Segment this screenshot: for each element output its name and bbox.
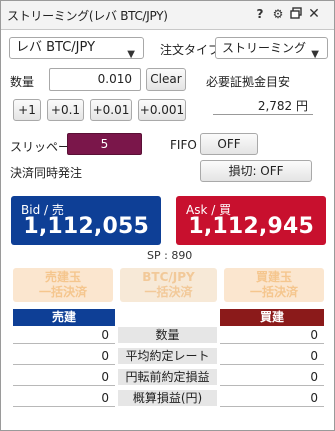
sell-estimated-pl: 0 xyxy=(13,390,115,407)
buy-position-header: 買建 xyxy=(220,309,324,326)
pair-batch-line1: BTC/JPY xyxy=(142,270,195,284)
sell-position-header: 売建 xyxy=(13,309,115,326)
buy-estimated-pl: 0 xyxy=(220,390,324,407)
gear-icon[interactable]: ⚙ xyxy=(271,7,285,21)
row-label-pre-conversion-pl: 円転前約定損益 xyxy=(118,369,217,386)
chevron-down-icon: ▼ xyxy=(311,49,319,60)
close-icon[interactable]: ✕ xyxy=(307,7,321,21)
sell-batch-line1: 売建玉 xyxy=(44,270,81,284)
sell-pre-conversion-pl: 0 xyxy=(13,369,115,386)
window-title: ストリーミング(レバ BTC/JPY) xyxy=(7,9,168,23)
buy-batch-line1: 買建玉 xyxy=(255,270,292,284)
sell-batch-line2: 一括決済 xyxy=(38,285,87,299)
streaming-order-window: ストリーミング(レバ BTC/JPY) ? ⚙ ✕ レバ BTC/JPY ▼ 注… xyxy=(0,0,335,431)
stoploss-toggle-button[interactable]: 損切: OFF xyxy=(200,160,312,182)
quantity-input[interactable]: 0.010 xyxy=(49,68,141,91)
increment-1-button[interactable]: +1 xyxy=(13,99,41,121)
sell-average-rate: 0 xyxy=(13,348,115,365)
chevron-down-icon: ▼ xyxy=(127,49,135,60)
ask-buy-button[interactable]: Ask / 買 1,112,945 xyxy=(176,196,326,245)
ask-price: 1,112,945 xyxy=(188,214,314,239)
pair-batch-line2: 一括決済 xyxy=(144,285,193,299)
increment-0.01-button[interactable]: +0.01 xyxy=(90,99,132,121)
buy-batch-line2: 一括決済 xyxy=(249,285,298,299)
simultaneous-order-label: 決済同時発注 xyxy=(10,166,83,180)
symbol-value: レバ BTC/JPY xyxy=(16,40,96,55)
help-icon[interactable]: ? xyxy=(253,7,267,21)
increment-0.1-button[interactable]: +0.1 xyxy=(47,99,84,121)
clear-button[interactable]: Clear xyxy=(146,68,186,91)
bid-price: 1,112,055 xyxy=(23,214,149,239)
bid-sell-button[interactable]: Bid / 売 1,112,055 xyxy=(11,196,161,245)
margin-underline xyxy=(213,114,313,115)
fifo-label: FIFO xyxy=(170,138,197,152)
buy-batch-settle-button[interactable]: 買建玉 一括決済 xyxy=(224,268,324,302)
pair-batch-settle-button[interactable]: BTC/JPY 一括決済 xyxy=(120,268,217,302)
slippage-input[interactable]: 5 xyxy=(67,133,142,155)
restore-icon[interactable] xyxy=(289,7,303,21)
order-type-value: ストリーミング xyxy=(222,41,307,55)
symbol-select[interactable]: レバ BTC/JPY ▼ xyxy=(9,37,144,60)
title-bar: ストリーミング(レバ BTC/JPY) ? ⚙ ✕ xyxy=(1,1,334,30)
buy-average-rate: 0 xyxy=(220,348,324,365)
sell-quantity: 0 xyxy=(13,327,115,344)
margin-label: 必要証拠金目安 xyxy=(206,75,291,89)
sell-batch-settle-button[interactable]: 売建玉 一括決済 xyxy=(13,268,113,302)
row-label-estimated-pl: 概算損益(円) xyxy=(118,390,217,407)
spread-value: SP : 890 xyxy=(147,249,193,262)
increment-0.001-button[interactable]: +0.001 xyxy=(138,99,186,121)
quantity-label: 数量 xyxy=(10,75,35,89)
order-type-label: 注文タイプ xyxy=(160,43,221,57)
buy-quantity: 0 xyxy=(220,327,324,344)
margin-value: 2,782 円 xyxy=(257,99,308,113)
buy-pre-conversion-pl: 0 xyxy=(220,369,324,386)
row-label-average-rate: 平均約定レート xyxy=(118,348,217,365)
fifo-toggle-button[interactable]: OFF xyxy=(200,133,258,155)
row-label-quantity: 数量 xyxy=(118,327,217,344)
order-type-select[interactable]: ストリーミング ▼ xyxy=(215,37,328,60)
